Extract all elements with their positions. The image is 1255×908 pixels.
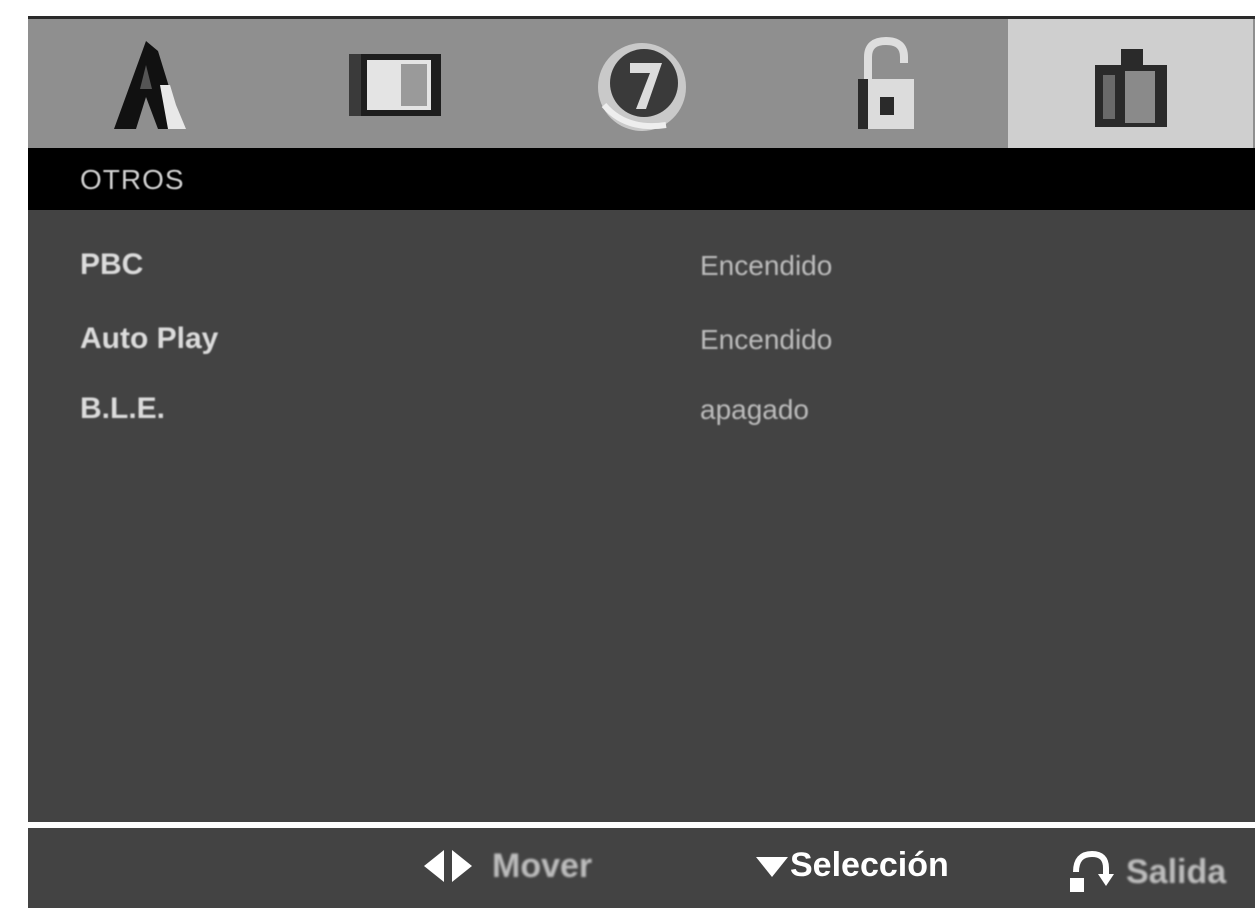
move-hint: Mover	[420, 846, 592, 886]
tab-others[interactable]	[1008, 19, 1253, 151]
setting-row-pbc[interactable]: PBC Encendido	[28, 240, 1255, 290]
tab-display[interactable]	[273, 19, 518, 151]
select-hint-label: Selección	[790, 846, 949, 884]
settings-panel: OTROS PBC Encendido Auto Play Encendido …	[28, 148, 1255, 822]
exit-hint: Salida	[1066, 846, 1226, 898]
audio-icon	[597, 43, 686, 131]
down-arrow-icon	[756, 856, 788, 877]
left-right-arrows-icon	[424, 850, 472, 882]
section-heading: OTROS	[80, 164, 185, 195]
category-tab-bar	[28, 16, 1255, 151]
section-heading-bar: OTROS	[28, 148, 1255, 210]
tab-language[interactable]	[28, 19, 273, 151]
move-hint-label: Mover	[492, 846, 593, 885]
setup-menu-screen: OTROS PBC Encendido Auto Play Encendido …	[28, 16, 1255, 908]
tab-audio[interactable]	[518, 19, 763, 151]
return-icon	[1070, 850, 1114, 892]
setting-label: PBC	[80, 248, 144, 281]
tab-lock[interactable]	[763, 19, 1008, 151]
navigation-hint-bar: Mover Selección Salida	[28, 828, 1255, 908]
setting-label: B.L.E.	[80, 392, 166, 425]
select-hint: Selección	[754, 846, 949, 885]
lock-icon	[857, 36, 914, 129]
setting-value[interactable]: apagado	[700, 394, 809, 426]
setting-value[interactable]: Encendido	[700, 250, 832, 282]
setting-value[interactable]: Encendido	[700, 324, 832, 356]
display-icon	[348, 54, 441, 116]
setting-label: Auto Play	[80, 322, 219, 355]
setting-row-auto-play[interactable]: Auto Play Encendido	[28, 314, 1255, 364]
exit-hint-label: Salida	[1126, 852, 1227, 891]
others-icon	[1094, 49, 1167, 127]
setting-row-ble[interactable]: B.L.E. apagado	[28, 384, 1255, 434]
language-icon	[113, 41, 186, 129]
